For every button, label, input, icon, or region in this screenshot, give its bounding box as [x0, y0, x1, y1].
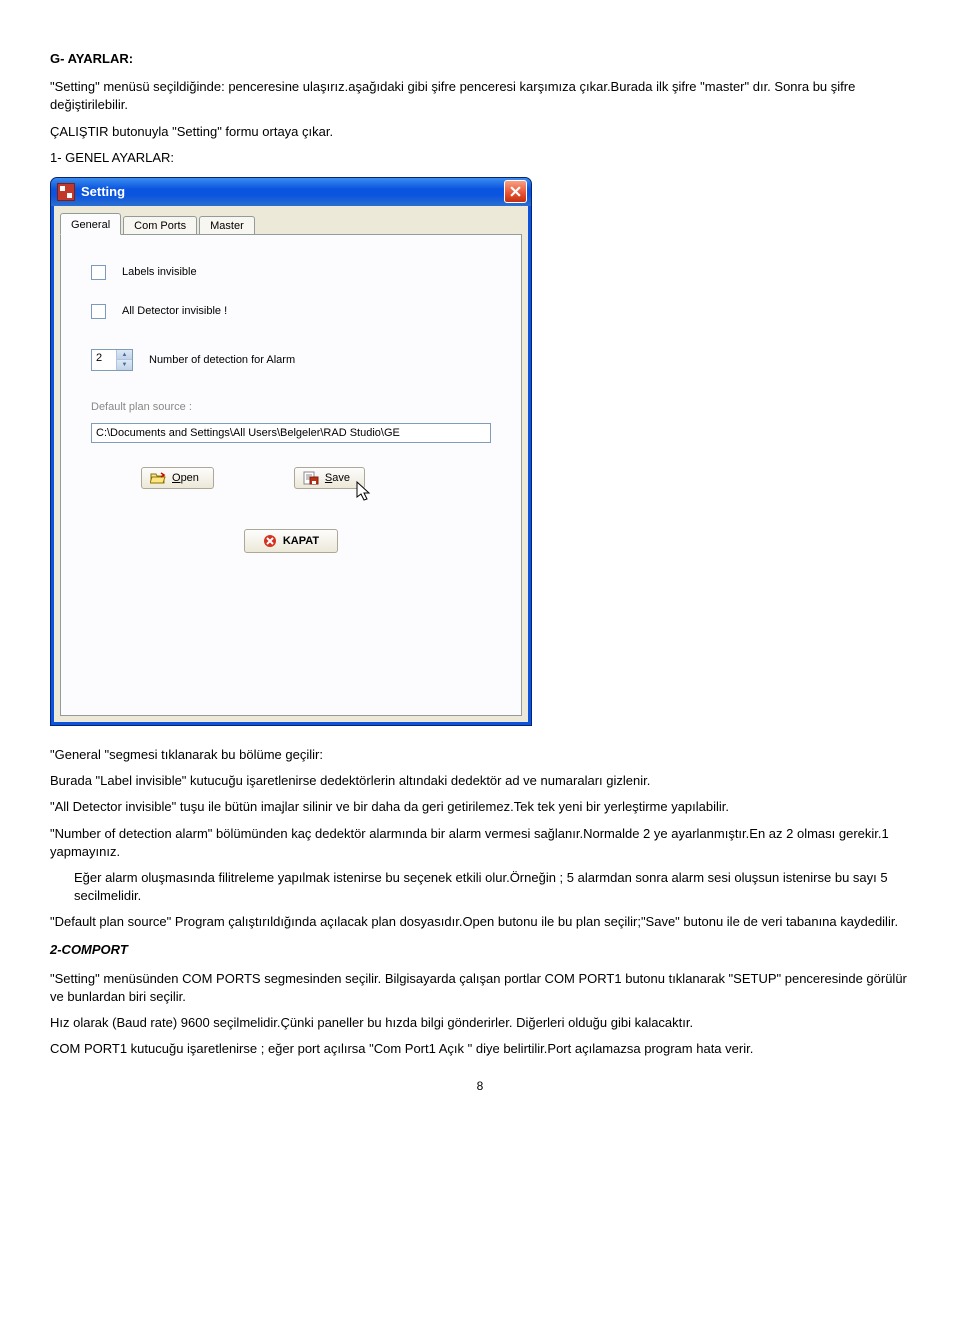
- page-number: 8: [50, 1078, 910, 1095]
- tab-master[interactable]: Master: [199, 216, 255, 235]
- tab-general[interactable]: General: [60, 213, 121, 235]
- spinner-down[interactable]: ▼: [117, 359, 132, 370]
- section-heading-g: G- AYARLAR:: [50, 50, 910, 68]
- paragraph-indent: Eğer alarm oluşmasında filitreleme yapıl…: [74, 869, 910, 905]
- save-button[interactable]: Save: [294, 467, 365, 489]
- number-detection-label: Number of detection for Alarm: [149, 354, 295, 366]
- default-plan-source-label: Default plan source :: [91, 401, 491, 413]
- save-button-label: Save: [325, 472, 350, 484]
- labels-invisible-checkbox[interactable]: [91, 265, 106, 280]
- close-button[interactable]: [504, 180, 527, 203]
- default-plan-path-input[interactable]: [91, 423, 491, 443]
- folder-open-icon: [150, 471, 166, 485]
- section-heading-1: 1- GENEL AYARLAR:: [50, 149, 910, 167]
- number-detection-spinner[interactable]: 2 ▲ ▼: [91, 349, 133, 371]
- kapat-button-label: KAPAT: [283, 535, 319, 547]
- cancel-x-icon: [263, 534, 277, 548]
- open-button-label: Open: [172, 472, 199, 484]
- open-button[interactable]: Open: [141, 467, 214, 489]
- all-detector-invisible-label: All Detector invisible !: [122, 305, 227, 317]
- app-icon: [57, 183, 75, 201]
- save-doc-icon: [303, 471, 319, 485]
- paragraph: Hız olarak (Baud rate) 9600 seçilmelidir…: [50, 1014, 910, 1032]
- mouse-cursor-icon: [354, 480, 374, 504]
- paragraph: "Default plan source" Program çalıştırıl…: [50, 913, 910, 931]
- close-icon: [510, 186, 521, 197]
- labels-invisible-label: Labels invisible: [122, 266, 197, 278]
- paragraph: ÇALIŞTIR butonuyla "Setting" formu ortay…: [50, 123, 910, 141]
- tab-pane-general: Labels invisible All Detector invisible …: [60, 234, 522, 716]
- spinner-value[interactable]: 2: [92, 350, 116, 370]
- paragraph: "Number of detection alarm" bölümünden k…: [50, 825, 910, 861]
- window-title: Setting: [81, 184, 504, 199]
- tab-comports[interactable]: Com Ports: [123, 216, 197, 235]
- spinner-up[interactable]: ▲: [117, 350, 132, 360]
- titlebar[interactable]: Setting: [51, 178, 531, 206]
- settings-window: Setting General Com Ports Master Labels …: [50, 177, 532, 726]
- tab-strip: General Com Ports Master: [60, 212, 522, 234]
- paragraph: "Setting" menüsünden COM PORTS segmesind…: [50, 970, 910, 1006]
- paragraph: COM PORT1 kutucuğu işaretlenirse ; eğer …: [50, 1040, 910, 1058]
- kapat-button[interactable]: KAPAT: [244, 529, 338, 553]
- section-heading-2: 2-COMPORT: [50, 941, 910, 959]
- all-detector-invisible-checkbox[interactable]: [91, 304, 106, 319]
- paragraph: "General "segmesi tıklanarak bu bölüme g…: [50, 746, 910, 764]
- paragraph: "Setting" menüsü seçildiğinde: penceresi…: [50, 78, 910, 114]
- paragraph: "All Detector invisible" tuşu ile bütün …: [50, 798, 910, 816]
- paragraph: Burada "Label invisible" kutucuğu işaret…: [50, 772, 910, 790]
- window-body: General Com Ports Master Labels invisibl…: [51, 206, 531, 725]
